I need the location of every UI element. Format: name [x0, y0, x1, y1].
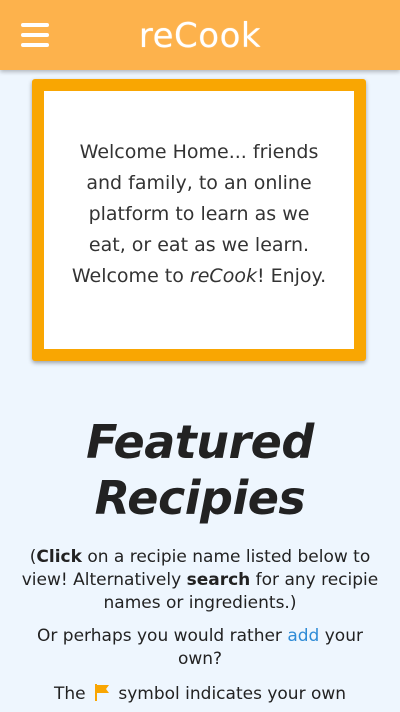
flag-icon: [94, 684, 109, 701]
click-bold-word: Click: [36, 547, 82, 567]
add-prompt-start: Or perhaps you would rather: [37, 626, 288, 646]
menu-bar-line: [21, 23, 49, 27]
welcome-text-end: ! Enjoy.: [256, 265, 327, 287]
add-recipe-prompt: Or perhaps you would rather add your own…: [20, 625, 380, 671]
welcome-message: Welcome Home... friends and family, to a…: [69, 137, 329, 292]
welcome-card: Welcome Home... friends and family, to a…: [32, 79, 366, 361]
featured-recipes-heading: Featured Recipies: [86, 415, 314, 525]
instructions-text: (Click on a recipie name listed below to…: [20, 546, 380, 615]
add-recipe-link[interactable]: add: [287, 626, 319, 646]
app-title: reCook: [138, 16, 262, 56]
menu-bar-line: [21, 33, 49, 37]
flag-legend-text: The symbol indicates your own: [20, 683, 380, 706]
menu-bar-line: [21, 43, 49, 47]
search-bold-word: search: [186, 570, 251, 590]
flag-legend-start: The: [53, 684, 91, 704]
hamburger-menu-icon[interactable]: [21, 23, 49, 47]
app-bar: reCook: [0, 0, 400, 70]
welcome-brand-emphasis: reCook: [189, 265, 257, 287]
flag-legend-end: symbol indicates your own: [112, 684, 347, 704]
